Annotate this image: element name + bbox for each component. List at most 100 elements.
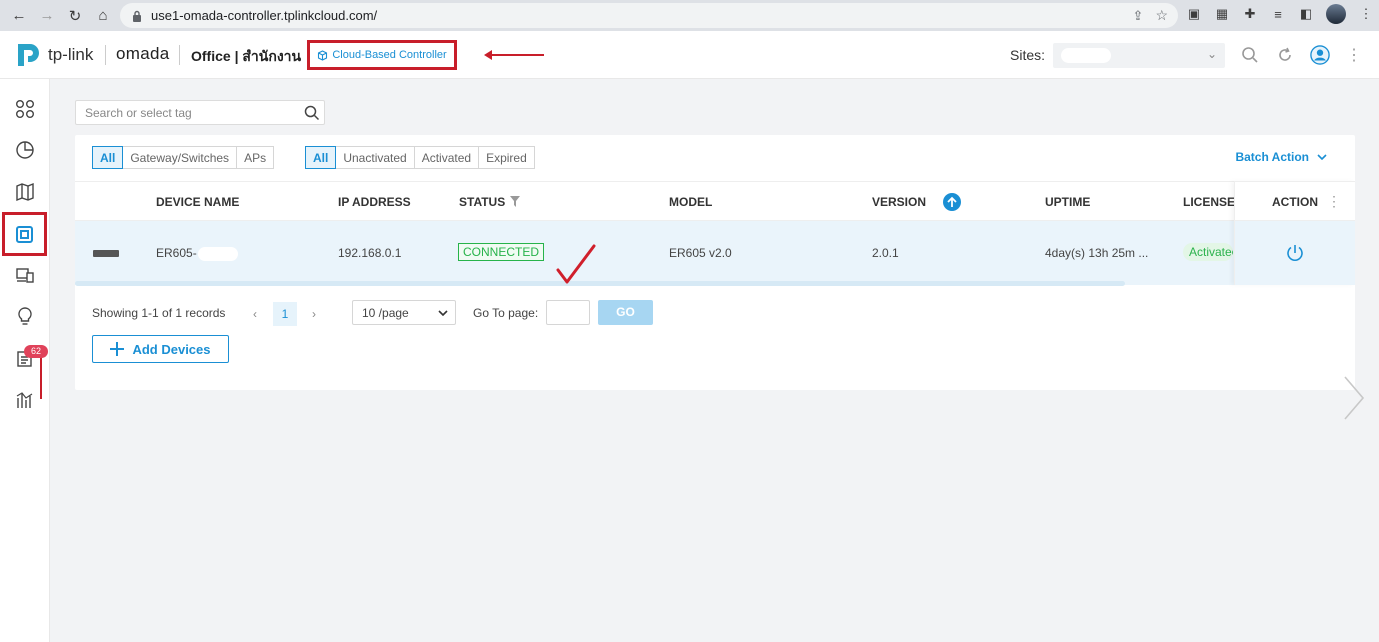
filter-activated[interactable]: Activated [414,146,480,169]
search-icon[interactable] [1240,45,1260,65]
router-icon [93,250,119,257]
controller-badge-label: Cloud-Based Controller [332,49,447,61]
address-bar[interactable]: use1-omada-controller.tplinkcloud.com/ ⇪… [120,3,1178,28]
filter-aps[interactable]: APs [237,146,275,169]
page-number[interactable]: 1 [273,302,297,326]
devices-icon [16,225,33,243]
col-ip-address[interactable]: IP ADDRESS [338,195,411,209]
status-badge: CONNECTED [458,243,545,261]
browser-toolbar: ← → ↻ ⌂ use1-omada-controller.tplinkclou… [0,0,1379,31]
col-device-name[interactable]: DEVICE NAME [156,195,239,209]
filter-unactivated[interactable]: Unactivated [336,146,415,169]
action-column-sticky [1234,181,1355,285]
site-title: Office | สำนักงาน [191,48,302,64]
chevron-down-icon: ⌄ [1206,47,1217,61]
plus-icon [110,342,125,356]
kebab-menu-icon[interactable]: ⋮ [1358,6,1374,22]
sidebar-item-dashboard[interactable] [0,88,50,130]
share-icon[interactable]: ⇪ [1133,8,1144,24]
back-icon[interactable]: ← [8,5,30,27]
brand-text: tp-link [48,45,94,64]
refresh-icon[interactable] [1275,45,1295,65]
prev-page-icon[interactable]: ‹ [243,302,267,326]
sidebar-item-reports[interactable] [0,379,50,421]
horizontal-scrollbar[interactable] [75,281,1125,286]
col-model[interactable]: MODEL [669,195,712,209]
url-text: use1-omada-controller.tplinkcloud.com/ [151,8,378,23]
chevron-down-icon [438,310,448,316]
cell-ip: 192.168.0.1 [338,246,402,260]
next-page-icon[interactable]: › [302,302,326,326]
search-placeholder: Search or select tag [85,106,192,120]
divider [105,45,106,65]
license-badge: Activated [1183,243,1233,261]
chevron-right-icon[interactable] [1343,375,1365,421]
filter-all-types[interactable]: All [92,146,124,169]
devices-card: All Gateway/Switches APs All Unactivated… [75,135,1355,390]
lightbulb-icon [18,307,32,325]
home-icon[interactable]: ⌂ [92,5,114,27]
chevron-down-icon [1317,154,1327,160]
app-header: tp-link omada Office | สำนักงาน Cloud-Ba… [0,31,1379,79]
user-avatar-icon[interactable] [1310,45,1330,65]
sidebar-item-map[interactable] [0,171,50,213]
tag-search-input[interactable]: Search or select tag [75,100,325,125]
clients-icon [16,268,34,283]
more-vertical-icon[interactable]: ⋮ [1344,45,1364,65]
activation-filter: All Unactivated Activated Expired [305,146,535,169]
forward-icon[interactable]: → [36,5,58,27]
cell-version: 2.0.1 [872,246,899,260]
puzzle-icon[interactable]: ✚ [1242,6,1258,22]
device-name-text: ER605- [156,246,197,260]
goto-page-input[interactable] [546,300,590,325]
table-row[interactable]: ER605- 192.168.0.1 CONNECTED ER605 v2.0 … [75,221,1355,285]
media-icon[interactable]: ≡ [1270,6,1286,22]
batch-action-button[interactable]: Batch Action [1235,150,1327,164]
bar-chart-icon [16,392,33,408]
filter-icon[interactable] [510,196,520,207]
col-version[interactable]: VERSION [872,195,926,209]
records-summary: Showing 1-1 of 1 records [92,306,226,320]
product-name: omada [116,44,170,63]
cube-icon [318,49,328,61]
cast-icon[interactable]: ▣ [1186,6,1202,22]
filter-all-activation[interactable]: All [305,146,337,169]
star-icon[interactable]: ☆ [1155,7,1168,24]
col-uptime[interactable]: UPTIME [1045,195,1090,209]
sidebar-item-insight[interactable] [0,295,50,337]
grid-icon [16,100,34,118]
col-status[interactable]: STATUS [459,195,505,209]
add-devices-button[interactable]: Add Devices [92,335,229,363]
page-size-select[interactable]: 10 /page [352,300,456,325]
filter-gateway-switches[interactable]: Gateway/Switches [123,146,238,169]
cell-uptime: 4day(s) 13h 25m ... [1045,246,1149,260]
col-license[interactable]: LICENSE [1183,195,1235,209]
extension-grid-icon[interactable]: ▦ [1214,6,1230,22]
go-button[interactable]: GO [598,300,653,325]
tplink-mark-icon [18,44,39,66]
sidebar-item-logs[interactable] [0,337,50,379]
filter-expired[interactable]: Expired [479,146,535,169]
pie-chart-icon [16,141,34,159]
page-size-value: 10 /page [362,306,409,320]
upgrade-arrow-icon[interactable] [943,193,961,211]
reload-icon[interactable]: ↻ [64,5,86,27]
sidebar-item-statistics[interactable] [0,129,50,171]
cell-model: ER605 v2.0 [669,246,732,260]
map-icon [16,182,34,202]
site-value-redacted [1061,48,1111,63]
cell-device-name[interactable]: ER605- [156,246,238,261]
sites-dropdown[interactable]: ⌄ [1053,43,1225,68]
divider [179,45,180,65]
search-icon[interactable] [304,105,320,121]
lock-icon [133,10,141,22]
annotation-checkmark [556,244,596,284]
sidepanel-icon[interactable]: ◧ [1298,6,1314,22]
annotation-arrow [484,50,544,60]
tplink-logo: tp-link [16,42,93,68]
alerts-badge: 62 [24,345,48,358]
sidebar-item-devices[interactable] [2,212,47,256]
sidebar-item-clients[interactable] [0,254,50,296]
profile-avatar-icon[interactable] [1326,4,1346,24]
goto-label: Go To page: [473,306,539,320]
